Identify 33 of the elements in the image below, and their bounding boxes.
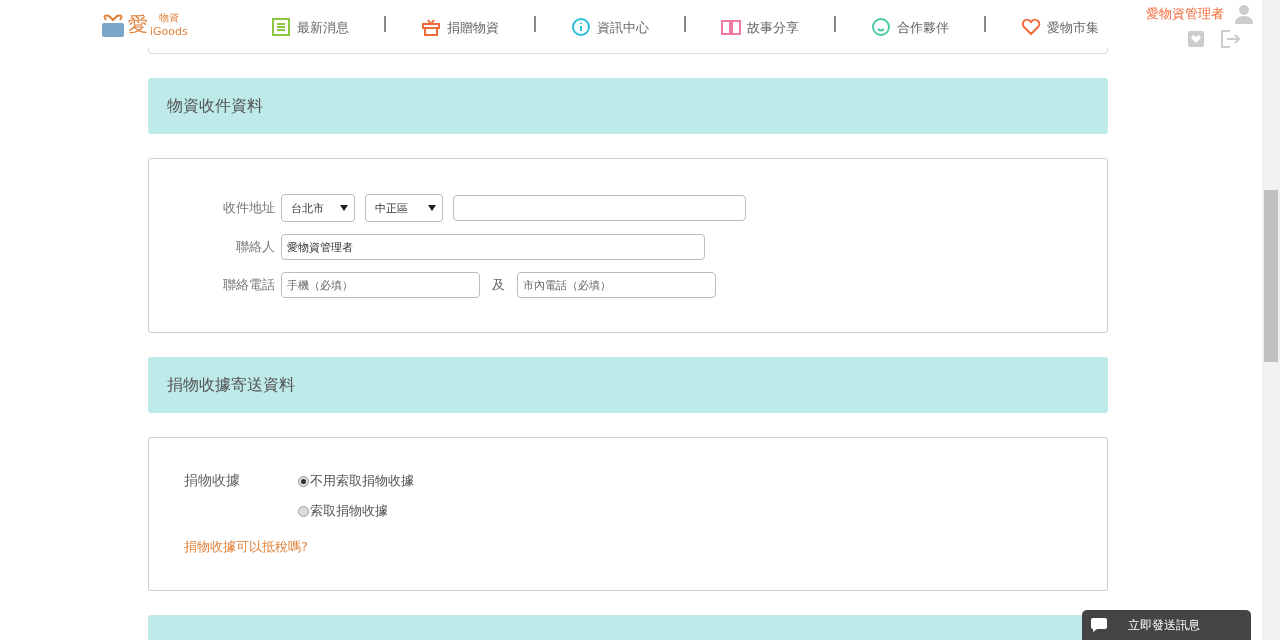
field-label: 聯絡人 <box>235 238 276 256</box>
field-label: 收件地址 <box>222 199 276 217</box>
and-text: 及 <box>492 276 505 294</box>
scrollbar-thumb[interactable] <box>1264 190 1278 362</box>
logout-icon[interactable] <box>1220 30 1240 48</box>
caret-icon <box>340 205 348 211</box>
logo-text: 愛 <box>128 10 148 38</box>
logo-subtext: 物資 <box>158 10 179 25</box>
section-header: 物資收件資料 <box>148 78 1108 134</box>
city-select[interactable]: 台北市 <box>281 194 355 222</box>
nav-link[interactable]: 故事分享 <box>700 11 820 37</box>
mobile-input[interactable]: 手機（必填） <box>281 272 480 298</box>
nav-link[interactable]: 愛物市集 <box>1000 11 1120 37</box>
nav-link[interactable]: 捐贈物資 <box>400 11 520 37</box>
chat-button[interactable]: 立即發送訊息 <box>1082 610 1251 640</box>
nav-link[interactable]: 資訊中心 <box>550 11 670 37</box>
phone-input[interactable]: 市內電話（必填） <box>517 272 716 298</box>
scrollbar[interactable] <box>1262 0 1280 640</box>
caret-icon <box>428 205 436 211</box>
contact-input[interactable]: 愛物資管理者 <box>281 234 705 260</box>
user-icon[interactable] <box>1234 4 1254 24</box>
district-select[interactable]: 中正區 <box>365 194 443 222</box>
field-label: 捐物收據 <box>184 472 241 490</box>
radio-option[interactable]: 不用索取捐物收據 <box>298 472 1107 490</box>
radio-option[interactable]: 索取捐物收據 <box>298 502 1107 520</box>
section-header: 捐物收據寄送資料 <box>148 357 1108 413</box>
nav-link[interactable]: 合作夥伴 <box>850 11 970 37</box>
logo-brand: iGoods <box>150 24 188 38</box>
nav-link[interactable]: 最新消息 <box>250 11 370 37</box>
address-input[interactable] <box>453 195 746 221</box>
field-label: 聯絡電話 <box>222 276 276 294</box>
gift-logo-drawing <box>100 13 126 38</box>
speech-bubble-icon <box>1090 617 1108 633</box>
